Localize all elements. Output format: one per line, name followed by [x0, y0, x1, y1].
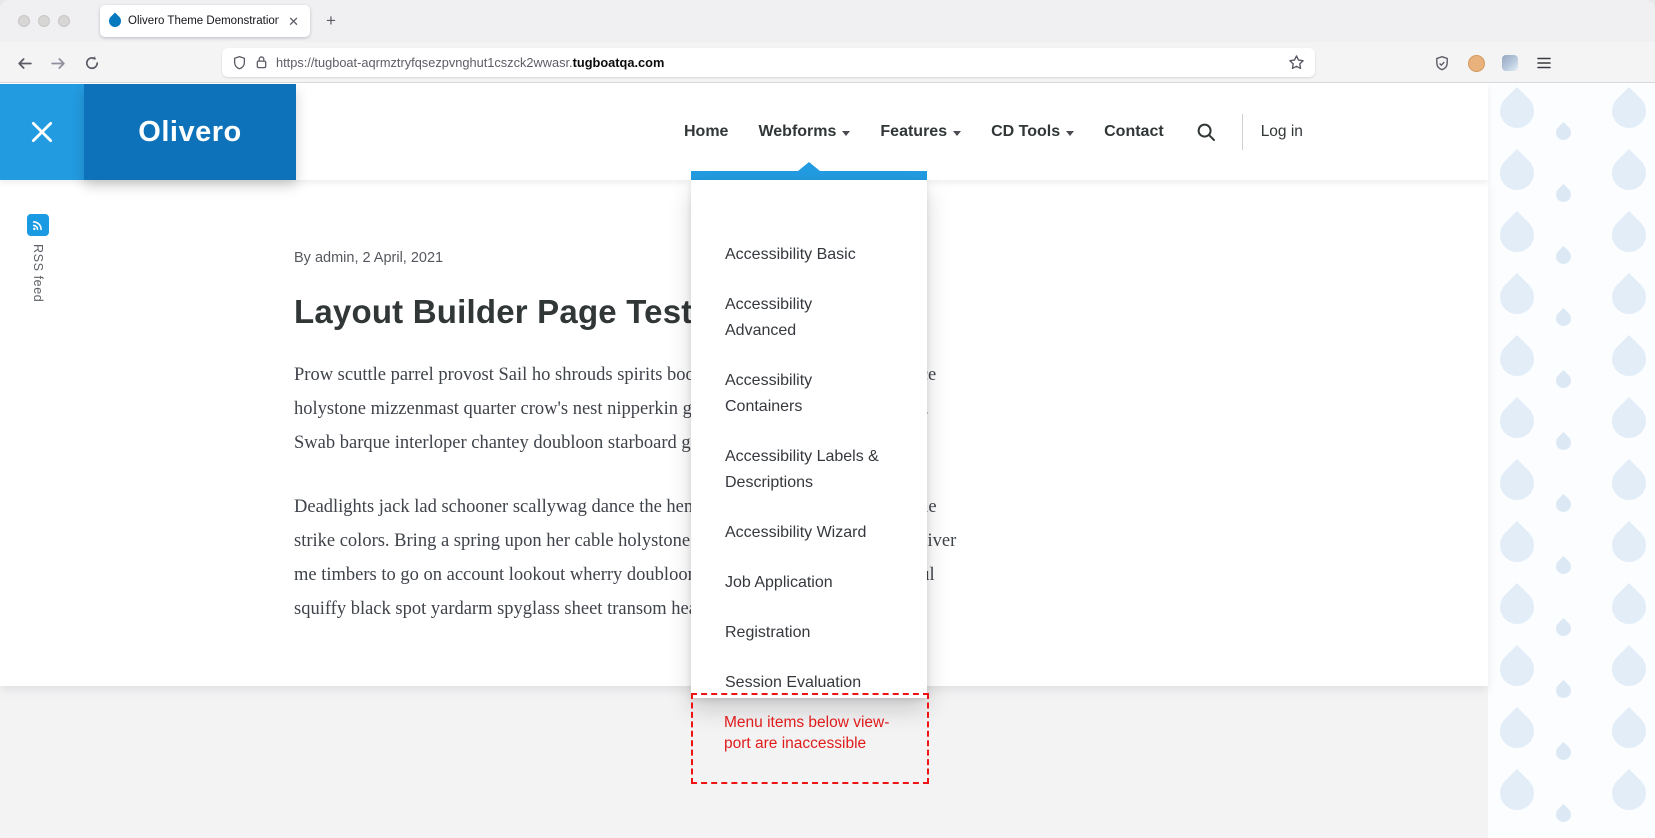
browser-toolbar: https://tugboat-aqrmztryfqsezpvnghut1csz… — [0, 42, 1655, 83]
rss-feed-button[interactable] — [27, 214, 49, 236]
menu-item-label: Accessibility Basic — [725, 246, 856, 263]
rss-feed-label: RSS feed — [31, 244, 45, 303]
tab-bar: Olivero Theme Demonstration ✕ + — [0, 0, 1655, 42]
menu-item-label: Registration — [725, 624, 811, 641]
annotation-line: port are inaccessible — [724, 735, 867, 752]
nav-item[interactable]: Features — [880, 123, 962, 141]
menu-item[interactable]: Accessibility Wizard — [691, 508, 927, 558]
menu-item[interactable]: Accessibility Labels & Descriptions — [691, 432, 927, 508]
menu-item-label: Accessibility Wizard — [725, 524, 867, 541]
menu-item[interactable]: Accessibility Containers — [691, 356, 927, 432]
zoom-window-button[interactable] — [58, 15, 70, 27]
close-window-button[interactable] — [18, 15, 30, 27]
menu-icon[interactable] — [1530, 49, 1558, 77]
tab-close-icon[interactable]: ✕ — [286, 13, 301, 30]
menu-item-label: Accessibility Advanced — [725, 296, 813, 339]
browser-window: Olivero Theme Demonstration ✕ + https://… — [0, 0, 1655, 838]
header-divider — [1241, 114, 1243, 150]
webforms-submenu: Accessibility Basic Accessibility Advanc… — [691, 162, 927, 698]
search-button[interactable] — [1188, 114, 1224, 150]
nav-item[interactable]: CD Tools — [991, 123, 1075, 141]
submenu-list: Accessibility Basic Accessibility Advanc… — [691, 230, 927, 698]
menu-item-label: Job Application — [725, 574, 833, 591]
new-tab-button[interactable]: + — [326, 11, 336, 31]
menu-item[interactable]: Registration — [691, 608, 927, 658]
chevron-down-icon — [953, 131, 962, 136]
submenu-top-bar — [691, 171, 927, 180]
menu-close-button[interactable] — [0, 84, 84, 180]
site-name: Olivero — [138, 115, 242, 148]
page-viewport: Olivero Home Webforms Features CD Tools … — [0, 84, 1655, 838]
menu-item[interactable]: Session Evaluation — [691, 658, 927, 698]
annotation-line: Menu items below view- — [724, 714, 890, 731]
nav-item-label: Home — [684, 123, 729, 140]
menu-item[interactable]: Job Application — [691, 558, 927, 608]
site-branding[interactable]: Olivero — [84, 84, 296, 180]
nav-item[interactable]: Webforms — [758, 123, 851, 141]
login-link[interactable]: Log in — [1261, 123, 1303, 141]
close-icon — [31, 121, 53, 143]
url-bar[interactable]: https://tugboat-aqrmztryfqsezpvnghut1csz… — [222, 48, 1315, 77]
nav-item-label: CD Tools — [991, 123, 1061, 140]
nav-item[interactable]: Contact — [1104, 123, 1164, 141]
back-button[interactable] — [10, 49, 38, 77]
window-controls — [18, 15, 70, 27]
bookmark-star-icon[interactable] — [1288, 54, 1305, 71]
search-icon — [1197, 123, 1215, 141]
menu-item-label: Accessibility Containers — [725, 372, 813, 415]
drupal-favicon-icon — [106, 12, 124, 30]
menu-item[interactable]: Accessibility Basic — [691, 230, 927, 280]
shield-icon[interactable] — [232, 55, 247, 71]
rss-icon — [32, 221, 42, 231]
menu-item[interactable]: Accessibility Advanced — [691, 280, 927, 356]
menu-item-label: Accessibility Labels & Descriptions — [725, 448, 879, 491]
url-domain: tugboatqa.com — [572, 55, 665, 70]
nav-item-label: Features — [880, 123, 948, 140]
menu-item-label: Session Evaluation — [725, 674, 862, 691]
toolbar-shield-icon[interactable] — [1428, 49, 1456, 77]
tab-title: Olivero Theme Demonstration — [128, 15, 280, 27]
url-text: https://tugboat-aqrmztryfqsezpvnghut1csz… — [276, 55, 665, 70]
background-pattern — [1488, 84, 1655, 838]
lock-icon[interactable] — [255, 55, 268, 70]
nav-item-label: Webforms — [758, 123, 837, 140]
submenu-pointer-icon — [798, 162, 820, 171]
submenu-panel: Accessibility Basic Accessibility Advanc… — [691, 180, 927, 698]
minimize-window-button[interactable] — [38, 15, 50, 27]
toolbar-extension-icon[interactable] — [1496, 49, 1524, 77]
nav-item-label: Contact — [1104, 123, 1164, 140]
forward-button[interactable] — [44, 49, 72, 77]
chevron-down-icon — [1066, 131, 1075, 136]
toolbar-account-icon[interactable] — [1462, 49, 1490, 77]
chevron-down-icon — [842, 131, 851, 136]
browser-tab[interactable]: Olivero Theme Demonstration ✕ — [100, 5, 310, 37]
annotation-overlay: Menu items below view- port are inaccess… — [691, 693, 929, 784]
primary-nav: Home Webforms Features CD Tools Contact — [684, 123, 1164, 141]
reload-button[interactable] — [78, 49, 106, 77]
nav-item[interactable]: Home — [684, 123, 728, 141]
